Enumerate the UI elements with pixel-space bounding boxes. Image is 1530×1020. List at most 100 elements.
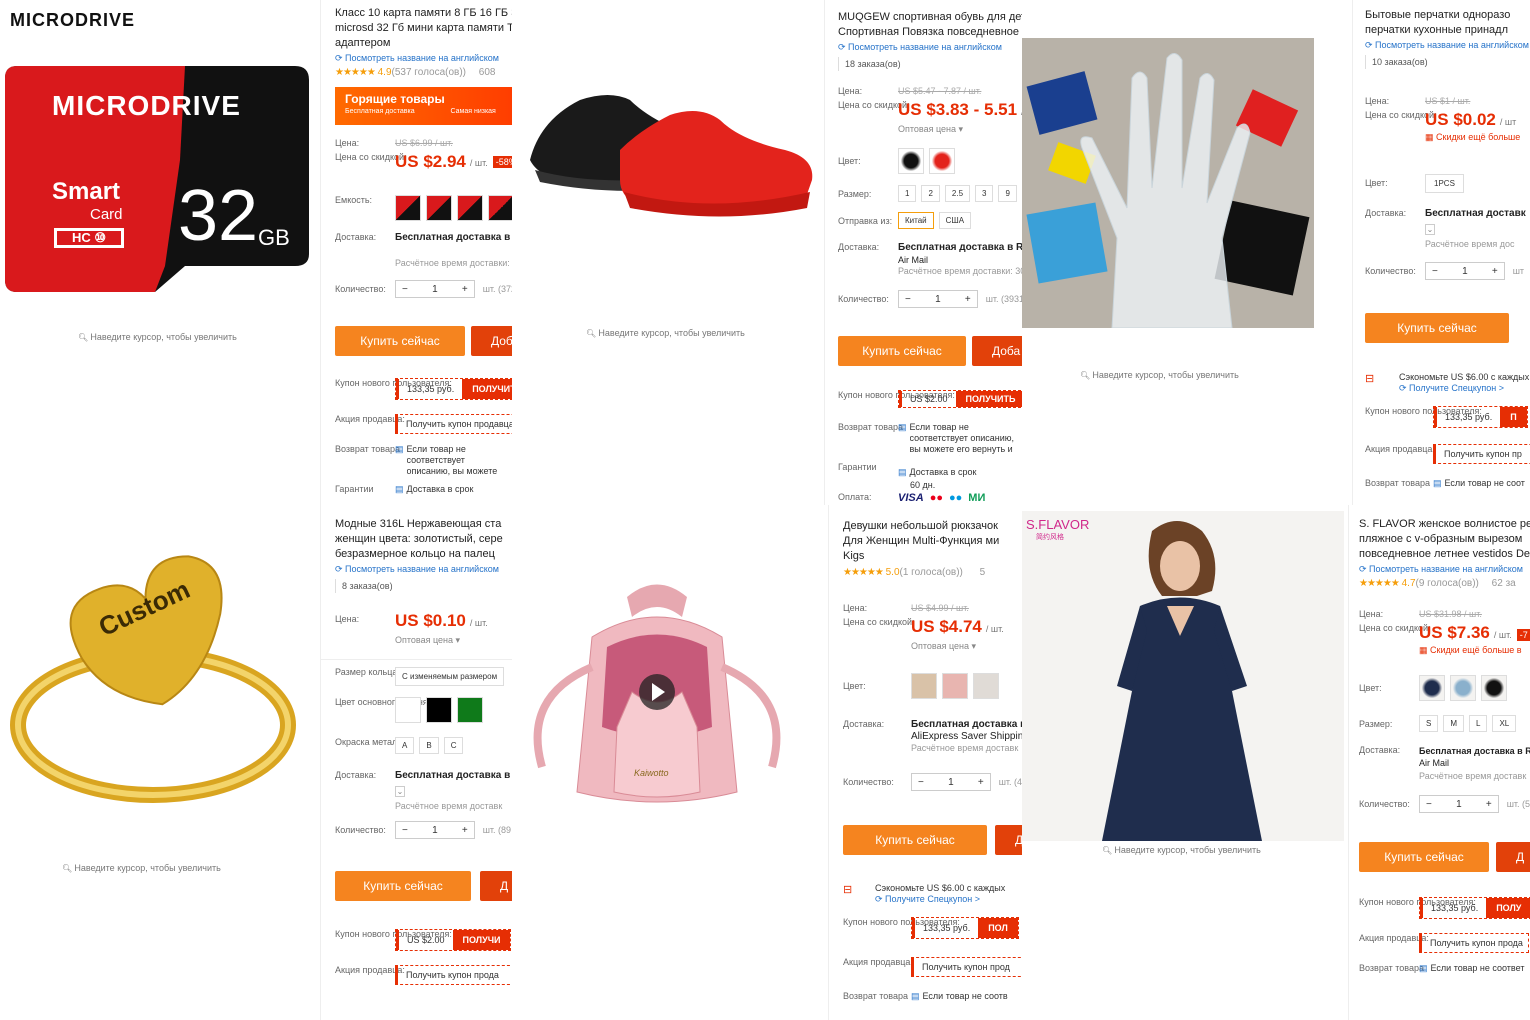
votes[interactable]: (537 голоса(ов)) [392, 67, 467, 78]
qty-value[interactable]: 1 [930, 777, 972, 788]
color-option[interactable] [973, 673, 999, 699]
get-coupon-button[interactable]: ПОЛУЧИТЬ [955, 391, 1022, 407]
minus-button[interactable]: − [1426, 266, 1444, 277]
view-english-link[interactable]: Посмотреть название на английском [335, 53, 512, 64]
plus-button[interactable]: + [456, 825, 474, 836]
quantity-stepper[interactable]: −1 + [911, 773, 991, 791]
special-coupon-link[interactable]: Получите Спецкупон > [875, 894, 1005, 905]
add-to-cart-button[interactable]: Д [1496, 842, 1530, 872]
plus-button[interactable]: + [959, 294, 977, 305]
product-image-pane[interactable]: Custom Наведите курсор, чтобы увеличить [0, 505, 320, 1020]
quantity-stepper[interactable]: −1 + [1419, 795, 1499, 813]
capacity-option[interactable] [426, 195, 452, 221]
qty-value[interactable]: 1 [917, 294, 959, 305]
wholesale-price[interactable]: Оптовая цена ▾ [395, 635, 488, 646]
shipping[interactable]: Бесплатная доставка в Russ [898, 242, 1022, 254]
quantity-stepper[interactable]: −1 + [395, 821, 475, 839]
ship-method[interactable]: AliExpress Saver Shipping [911, 731, 1022, 743]
get-coupon-button[interactable]: ПОЛ [978, 918, 1018, 938]
special-coupon-link[interactable]: Получите Спецкупон > [1399, 383, 1529, 394]
ship-from-china[interactable]: Китай [898, 212, 934, 229]
stone-option-green[interactable] [457, 697, 483, 723]
hot-deals-banner[interactable]: Горящие товары Бесплатная доставка Самая… [335, 87, 512, 125]
stone-option-white[interactable] [395, 697, 421, 723]
color-option-black[interactable] [898, 148, 924, 174]
product-image-pane[interactable]: Наведите курсор, чтобы увеличить [512, 0, 824, 505]
coupon[interactable]: 133,35 руб.ПОЛУЧИТЬ [395, 378, 512, 400]
plus-button[interactable]: + [972, 777, 990, 788]
buy-now-button[interactable]: Купить сейчас [843, 825, 987, 855]
shipping[interactable]: Бесплатная доставка в Russian [395, 232, 512, 244]
seller-coupon[interactable]: Получить купон продавца [395, 414, 512, 434]
ship-from-usa[interactable]: США [938, 212, 972, 229]
coupon[interactable]: 133,35 руб. ПОЛУ [1419, 897, 1530, 919]
get-coupon-button[interactable]: ПОЛУЧИТЬ [462, 379, 512, 399]
plus-button[interactable]: + [456, 284, 474, 295]
color-option[interactable] [911, 673, 937, 699]
ship-method[interactable]: Air Mail [1419, 757, 1530, 769]
product-image-pane[interactable]: Наведите курсор, чтобы увеличить [1022, 0, 1352, 505]
shipping[interactable]: Бесплатная доставка в [911, 719, 1022, 731]
play-video-button[interactable] [639, 674, 675, 710]
plus-button[interactable]: + [1480, 799, 1498, 810]
add-to-cart-button[interactable]: Доба [972, 336, 1022, 366]
plus-button[interactable]: + [1486, 266, 1504, 277]
coupon[interactable]: US $2.00 ПОЛУЧИТЬ [898, 390, 1022, 408]
more-discounts-link[interactable]: ▦ Скидки ещё больше [1425, 132, 1520, 143]
quantity-stepper[interactable]: −1 + [898, 290, 978, 308]
add-to-cart-button[interactable]: Доб [471, 326, 512, 356]
qty-value[interactable]: 1 [1444, 266, 1486, 277]
qty-value[interactable]: 1 [414, 284, 456, 295]
add-to-cart-button[interactable]: Д [480, 871, 512, 901]
quantity-stepper[interactable]: −1 + [395, 280, 475, 298]
add-to-cart-button[interactable]: Д [995, 825, 1022, 855]
more-discounts-link[interactable]: ▦ Скидки ещё больше в [1419, 645, 1530, 656]
votes[interactable]: (1 голоса(ов)) [900, 567, 963, 578]
shipping[interactable]: Бесплатная доставк [1425, 208, 1526, 220]
ship-method[interactable]: Air Mail [898, 254, 1022, 266]
ring-size-option[interactable]: С изменяемым размером [395, 667, 505, 686]
color-option[interactable] [1481, 675, 1507, 701]
color-option[interactable] [1419, 675, 1445, 701]
size-option[interactable]: 1 [898, 185, 917, 202]
color-option[interactable] [1450, 675, 1476, 701]
product-image-pane[interactable]: MICRODRIVE MICRODRIVE Smart Card HC ⑩ 32… [0, 0, 320, 505]
buy-now-button[interactable]: Купить сейчас [1359, 842, 1489, 872]
seller-coupon[interactable]: Получить купон пр [1433, 444, 1530, 464]
size-option[interactable]: XL [1492, 715, 1517, 732]
color-option[interactable] [942, 673, 968, 699]
view-english-link[interactable]: Посмотреть название на английском [838, 42, 1022, 53]
get-coupon-button[interactable]: ПОЛУЧИ [452, 930, 511, 950]
product-image-pane[interactable]: Kaiwotto [512, 505, 828, 1020]
minus-button[interactable]: − [396, 284, 414, 295]
buy-now-button[interactable]: Купить сейчас [335, 326, 465, 356]
seller-coupon[interactable]: Получить купон прод [911, 957, 1022, 977]
qty-value[interactable]: 1 [414, 825, 456, 836]
size-option[interactable]: S [1419, 715, 1439, 732]
minus-button[interactable]: − [396, 825, 414, 836]
capacity-option[interactable] [395, 195, 421, 221]
votes[interactable]: (9 голоса(ов)) [1416, 578, 1479, 589]
size-option[interactable]: 2 [921, 185, 940, 202]
size-option[interactable]: 9 [998, 185, 1017, 202]
product-image-pane[interactable]: S.FLAVOR 简约风格 Наведите курсор, чтобы увел… [1022, 505, 1348, 1020]
qty-value[interactable]: 1 [1438, 799, 1480, 810]
chevron-down-icon[interactable]: ⌄ [395, 786, 405, 797]
get-coupon-button[interactable]: ПОЛУ [1486, 898, 1530, 918]
size-option[interactable]: 2.5 [944, 185, 971, 202]
size-option[interactable]: M [1443, 715, 1465, 732]
view-english-link[interactable]: Посмотреть название на английском [335, 564, 512, 575]
minus-button[interactable]: − [899, 294, 917, 305]
color-option[interactable]: 1PCS [1425, 174, 1464, 193]
buy-now-button[interactable]: Купить сейчас [335, 871, 471, 901]
get-coupon-button[interactable]: П [1500, 407, 1527, 427]
coupon[interactable]: US $2.00 ПОЛУЧИ [395, 929, 512, 951]
capacity-option[interactable] [488, 195, 512, 221]
minus-button[interactable]: − [1420, 799, 1438, 810]
view-english-link[interactable]: Посмотреть название на английском [1365, 40, 1530, 51]
stone-option-black[interactable] [426, 697, 452, 723]
buy-now-button[interactable]: Купить сейчас [1365, 313, 1509, 343]
metal-option[interactable]: B [419, 737, 439, 754]
shipping[interactable]: Бесплатная доставка в R [1419, 745, 1530, 757]
view-english-link[interactable]: Посмотреть название на английском [1359, 564, 1530, 575]
